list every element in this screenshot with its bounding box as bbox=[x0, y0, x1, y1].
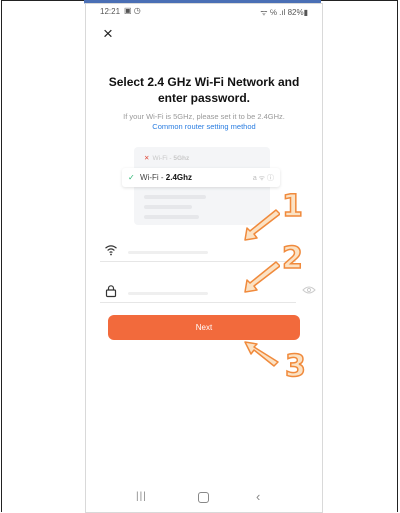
illus-5g-prefix: Wi-Fi - bbox=[152, 155, 174, 162]
page-title-line1: Select 2.4 GHz Wi-Fi Network and bbox=[108, 75, 300, 89]
illus-24g-band: 2.4Ghz bbox=[165, 173, 192, 182]
annotation-step-1: 1 bbox=[281, 189, 303, 224]
arrow-1-icon bbox=[244, 209, 280, 241]
close-button[interactable]: × bbox=[100, 25, 116, 42]
annotation-step-3: 3 bbox=[284, 349, 306, 384]
illus-mini-icons: a ᯤ ⓘ bbox=[252, 175, 274, 182]
illus-placeholder-bar bbox=[144, 195, 206, 199]
android-nav-bar: ||| ‹ bbox=[86, 484, 322, 512]
recents-icon[interactable]: ||| bbox=[136, 491, 147, 502]
arrow-2-icon bbox=[244, 261, 280, 293]
router-setting-link[interactable]: Common router setting method bbox=[86, 122, 322, 132]
wifi-icon bbox=[105, 245, 117, 256]
status-right-icons: ᯤ ℅ .ıl 82%▮ bbox=[260, 8, 308, 17]
illus-24g-card: ✓ Wi-Fi - 2.4Ghz a ᯤ ⓘ bbox=[122, 168, 280, 187]
illus-5g-band: 5Ghz bbox=[173, 155, 190, 162]
wifi-name-field[interactable] bbox=[100, 239, 296, 262]
cross-icon: ✕ bbox=[144, 155, 150, 162]
check-icon: ✓ bbox=[128, 173, 135, 182]
home-icon[interactable] bbox=[198, 492, 209, 503]
illus-placeholder-bar bbox=[144, 205, 192, 209]
annotation-step-2: 2 bbox=[281, 241, 303, 276]
illus-24g-text: Wi-Fi - 2.4Ghz bbox=[140, 173, 192, 182]
status-time: 12:21 bbox=[100, 7, 121, 16]
password-value bbox=[128, 292, 208, 295]
notification-icons: ▣ ◷ bbox=[124, 6, 141, 15]
lock-icon bbox=[105, 285, 117, 298]
status-bar: 12:21 ▣ ◷ ᯤ ℅ .ıl 82%▮ bbox=[86, 4, 322, 20]
illus-5g-row: ✕ Wi-Fi - 5Ghz bbox=[144, 154, 189, 162]
illus-24g-prefix: Wi-Fi - bbox=[140, 173, 166, 182]
wifi-name-value bbox=[128, 251, 208, 254]
illus-placeholder-bar bbox=[144, 215, 199, 219]
back-icon[interactable]: ‹ bbox=[256, 489, 260, 504]
next-button[interactable]: Next bbox=[108, 315, 300, 340]
subtitle: If your Wi-Fi is 5GHz, please set it to … bbox=[123, 112, 285, 121]
page-title-line2: enter password. bbox=[157, 91, 251, 105]
arrow-3-icon bbox=[244, 341, 279, 367]
eye-icon[interactable] bbox=[302, 285, 316, 295]
page-title: Select 2.4 GHz Wi-Fi Network and enter p… bbox=[86, 74, 322, 106]
